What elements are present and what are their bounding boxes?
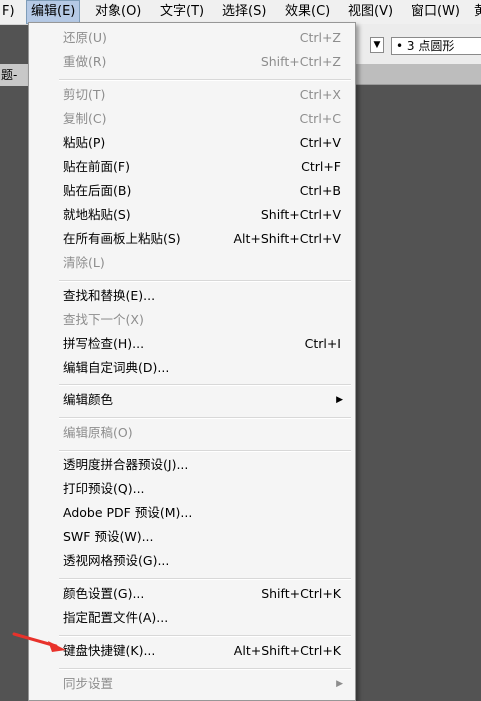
red-arrow-icon	[12, 632, 66, 652]
